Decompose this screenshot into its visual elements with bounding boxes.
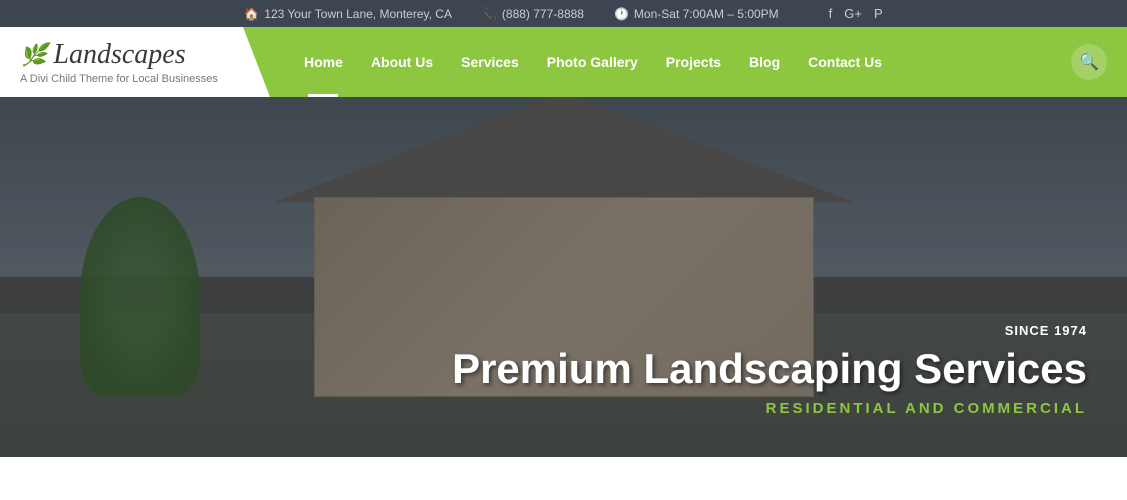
nav-item-about[interactable]: About Us [357,27,447,97]
phone-text: (888) 777-8888 [502,7,584,21]
hero-section: SINCE 1974 Premium Landscaping Services … [0,97,1127,457]
search-button[interactable]: 🔍 [1071,44,1107,80]
since-text: SINCE 1974 [452,323,1087,338]
logo-text: Landscapes [53,39,185,71]
nav-link-services[interactable]: Services [461,54,519,70]
address-text: 123 Your Town Lane, Monterey, CA [264,7,452,21]
nav-item-services[interactable]: Services [447,27,533,97]
main-nav: Home About Us Services Photo Gallery Pro… [270,27,1127,97]
nav-item-blog[interactable]: Blog [735,27,794,97]
address-item: 🏠 123 Your Town Lane, Monterey, CA [244,7,452,21]
phone-item: 📞 (888) 777-8888 [482,7,584,21]
hero-content: SINCE 1974 Premium Landscaping Services … [452,323,1087,417]
clock-icon: 🕐 [614,7,629,21]
nav-item-gallery[interactable]: Photo Gallery [533,27,652,97]
facebook-link[interactable]: f [829,6,833,21]
nav-item-contact[interactable]: Contact Us [794,27,896,97]
logo-area: 🌿 Landscapes A Divi Child Theme for Loca… [0,27,270,97]
logo-title[interactable]: 🌿 Landscapes [20,39,220,71]
hours-text: Mon-Sat 7:00AM – 5:00PM [634,7,779,21]
hours-item: 🕐 Mon-Sat 7:00AM – 5:00PM [614,7,779,21]
nav-items: Home About Us Services Photo Gallery Pro… [290,27,896,97]
googleplus-link[interactable]: G+ [844,6,862,21]
phone-icon: 📞 [482,7,497,21]
nav-item-projects[interactable]: Projects [652,27,735,97]
header: 🌿 Landscapes A Divi Child Theme for Loca… [0,27,1127,97]
logo-subtitle: A Divi Child Theme for Local Businesses [20,73,220,85]
nav-link-home[interactable]: Home [304,54,343,70]
nav-item-home[interactable]: Home [290,27,357,97]
leaf-icon: 🌿 [20,42,47,68]
hero-title: Premium Landscaping Services [452,346,1087,392]
nav-link-blog[interactable]: Blog [749,54,780,70]
nav-link-about[interactable]: About Us [371,54,433,70]
nav-link-projects[interactable]: Projects [666,54,721,70]
social-links: f G+ P [829,6,883,21]
home-icon: 🏠 [244,7,259,21]
pinterest-link[interactable]: P [874,6,883,21]
nav-link-contact[interactable]: Contact Us [808,54,882,70]
hero-subtitle: RESIDENTIAL AND COMMERCIAL [452,400,1087,417]
top-bar: 🏠 123 Your Town Lane, Monterey, CA 📞 (88… [0,0,1127,27]
nav-link-gallery[interactable]: Photo Gallery [547,54,638,70]
